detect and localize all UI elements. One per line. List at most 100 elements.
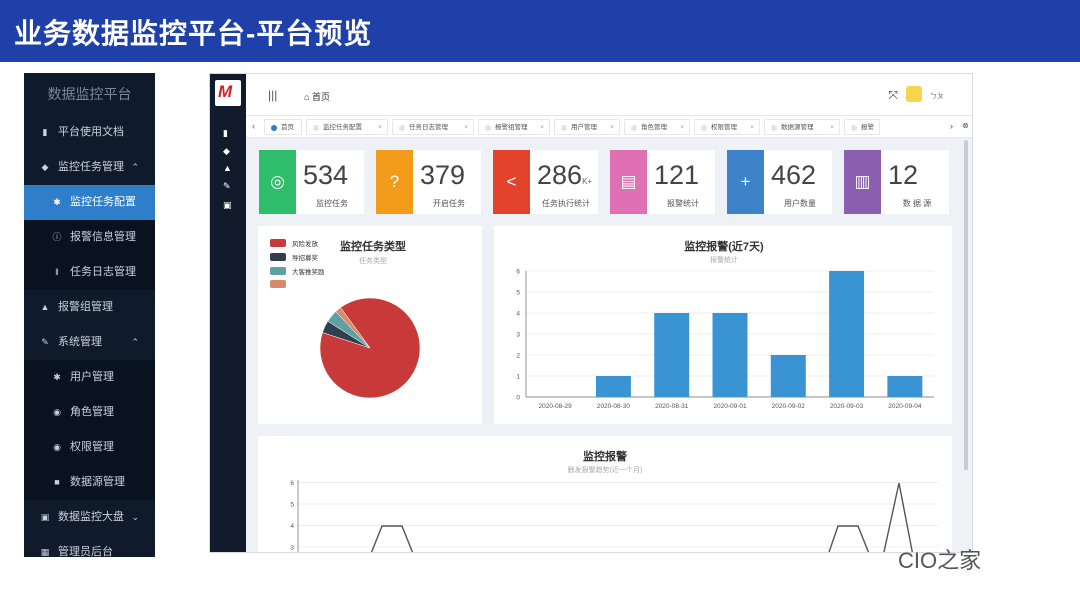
stat-number: 379 — [420, 160, 466, 190]
grid-icon: ▦ — [40, 547, 50, 557]
bar[interactable] — [654, 313, 690, 397]
y-tick-label: 1 — [516, 374, 520, 381]
stat-label: 报警统计 — [667, 199, 699, 208]
user-name[interactable]: ㄅㄆ — [930, 91, 944, 101]
target-icon: ◎ — [259, 150, 296, 214]
x-tick-label: 2020-09-02 — [772, 403, 806, 410]
line-panel: 监控报警 触发报警趋势(近一个月) 3456 — [258, 436, 952, 553]
close-icon[interactable]: × — [750, 120, 754, 136]
stat-label: 数 据 源 — [902, 199, 932, 208]
wrench-icon[interactable]: ✎ — [223, 181, 233, 191]
slide-header: 业务数据监控平台-平台预览 — [0, 0, 1080, 62]
users-icon: ◉ — [53, 407, 61, 417]
tab-bar: ‹ › ⊗ 首页 监控任务配置 × 任务日志管理 × 报警组管理 × 用户管理 × 角色管理 × 权限… — [246, 116, 972, 138]
x-tick-label: 2020-08-30 — [597, 403, 631, 410]
stat-card[interactable]: ▤ 121 报警统计 — [610, 150, 715, 214]
close-icon[interactable]: × — [464, 120, 468, 136]
stat-card[interactable]: +462 用户数量 — [727, 150, 832, 214]
bar[interactable] — [887, 376, 923, 397]
sidebar-item-label: 权限管理 — [70, 441, 114, 453]
pie-panel: 监控任务类型 任务类型 风险发放 导招募奖 大客推奖励 — [258, 226, 482, 424]
fullscreen-icon[interactable]: ⤧ — [888, 88, 898, 103]
breadcrumb-label: 首页 — [311, 92, 330, 102]
sidebar-item[interactable]: ✎ 系统管理 ⌃ — [24, 325, 155, 360]
sidebar-item[interactable]: ■ 数据源管理 — [24, 465, 155, 500]
close-icon[interactable]: × — [830, 120, 834, 136]
sidebar-item[interactable]: ◆ 监控任务管理 ⌃ — [24, 150, 155, 185]
slide-title: 业务数据监控平台-平台预览 — [14, 18, 373, 49]
sidebar-item[interactable]: ◉ 角色管理 — [24, 395, 155, 430]
stat-number: 12 — [888, 160, 919, 190]
question-icon: ? — [376, 150, 413, 214]
x-tick-label: 2020-09-03 — [830, 403, 864, 410]
message-icon: ▤ — [610, 150, 647, 214]
sidebar-item[interactable]: ⓘ 报警信息管理 — [24, 220, 155, 255]
tab-label: 监控任务配置 — [323, 124, 362, 131]
stat-value: 286K+ — [537, 160, 592, 191]
bar[interactable] — [595, 376, 631, 397]
tab[interactable]: 报警 — [844, 119, 880, 135]
stat-card[interactable]: ? 379 开启任务 — [376, 150, 481, 214]
bar[interactable] — [712, 313, 748, 397]
stat-number: 121 — [654, 160, 700, 190]
tab[interactable]: 报警组管理 × — [478, 119, 550, 135]
tab[interactable]: 权限管理 × — [694, 119, 760, 135]
y-tick-label: 3 — [290, 545, 294, 552]
tab-label: 数据源管理 — [781, 124, 814, 131]
book-icon: ▮ — [42, 127, 48, 137]
chart-icon: ▣ — [40, 512, 50, 522]
log-icon: ‖ — [55, 267, 59, 277]
line-series[interactable] — [826, 525, 872, 553]
scrollbar[interactable] — [964, 140, 968, 470]
stat-card[interactable]: ▥ 12 数 据 源 — [844, 150, 949, 214]
close-icon[interactable]: × — [680, 120, 684, 136]
avatar[interactable] — [906, 86, 922, 102]
bell-icon[interactable]: ▲ — [223, 163, 233, 173]
pie-chart — [319, 297, 421, 399]
y-tick-label: 0 — [516, 395, 520, 402]
sidebar-item[interactable]: ▮ 平台使用文档 — [24, 115, 155, 150]
close-icon[interactable]: × — [610, 120, 614, 136]
sidebar-item-label: 数据监控大盘 — [58, 511, 124, 523]
tab[interactable]: 数据源管理 × — [764, 119, 840, 135]
users-icon: ◉ — [53, 442, 61, 452]
sidebar-item[interactable]: ▦ 管理员后台 — [24, 535, 155, 570]
tab[interactable]: 用户管理 × — [554, 119, 620, 135]
stat-card[interactable]: ◎ 534 监控任务 — [259, 150, 364, 214]
y-tick-label: 5 — [516, 290, 520, 297]
sidebar-item[interactable]: ‖ 任务日志管理 — [24, 255, 155, 290]
tab-scroll-right-icon[interactable]: › — [950, 121, 953, 131]
sidebar-item[interactable]: ▣ 数据监控大盘 ⌄ — [24, 500, 155, 535]
x-tick-label: 2020-08-31 — [655, 403, 689, 410]
share-icon: < — [493, 150, 530, 214]
tab[interactable]: 角色管理 × — [624, 119, 690, 135]
sidebar-item-label: 监控任务管理 — [58, 161, 124, 173]
sidebar-item[interactable]: ✱ 用户管理 — [24, 360, 155, 395]
app-logo: M — [215, 80, 241, 106]
close-tabs-icon[interactable]: ⊗ — [962, 121, 969, 130]
line-series[interactable] — [368, 525, 416, 553]
bar[interactable] — [770, 355, 806, 397]
stat-card[interactable]: <286K+ 任务执行统计 — [493, 150, 598, 214]
y-tick-label: 2 — [516, 353, 520, 360]
tab[interactable]: 首页 — [264, 119, 302, 135]
breadcrumb-home[interactable]: ⌂ 首页 — [304, 90, 330, 103]
watermark: CIO之家 — [898, 543, 981, 575]
book-icon[interactable]: ▮ — [223, 128, 233, 138]
chart-icon[interactable]: ▣ — [223, 200, 233, 210]
sidebar-item[interactable]: ▲ 报警组管理 — [24, 290, 155, 325]
sidebar-item[interactable]: ✱ 监控任务配置 — [24, 185, 155, 220]
close-icon[interactable]: × — [540, 120, 544, 136]
menu-toggle-icon[interactable]: ||| — [268, 88, 277, 102]
bar[interactable] — [829, 271, 865, 397]
sidebar-item-label: 监控任务配置 — [70, 196, 136, 208]
sidebar-item[interactable]: ◉ 权限管理 — [24, 430, 155, 465]
stat-value: 12 — [888, 160, 918, 191]
sidebar-item-label: 用户管理 — [70, 371, 114, 383]
close-icon[interactable]: × — [378, 120, 382, 136]
tab[interactable]: 监控任务配置 × — [306, 119, 388, 135]
bell-icon: ▲ — [40, 302, 50, 312]
layers-icon[interactable]: ◆ — [223, 146, 233, 156]
tab[interactable]: 任务日志管理 × — [392, 119, 474, 135]
tab-scroll-left-icon[interactable]: ‹ — [252, 121, 255, 131]
